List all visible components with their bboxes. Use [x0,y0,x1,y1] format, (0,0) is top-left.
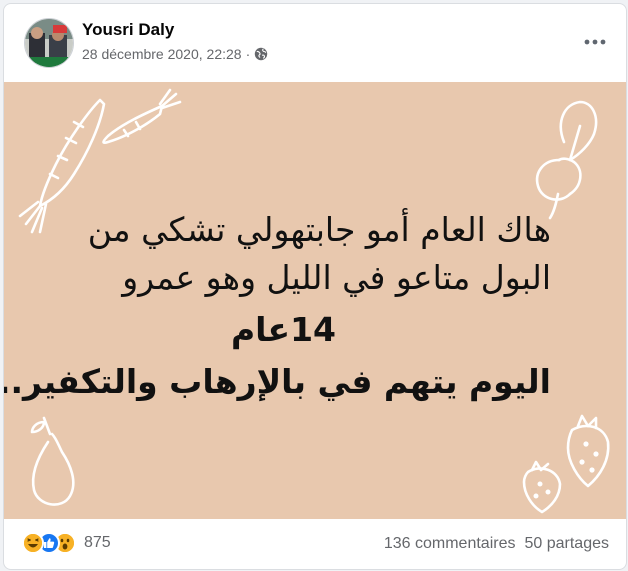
post-stats: 136 commentaires 50 partages [384,535,609,553]
post-text-line-2: البول متاعو في الليل وهو عمرو [122,258,551,297]
more-dots-icon [584,39,606,45]
post-image[interactable]: هاك العام أمو جابتهولي تشكي من البول متا… [4,82,626,519]
post-text-line-4: اليوم يتهم في بالإرهاب والتكفير... [3,362,551,401]
post-text-line-1: هاك العام أمو جابتهولي تشكي من [87,210,551,249]
post-text-line-3: 14عام [230,310,336,349]
shares-count[interactable]: 50 partages [524,535,609,553]
reactions-summary[interactable]: 875 [22,532,111,554]
avatar-image [25,19,73,67]
post-meta: 28 décembre 2020, 22:28 · [82,46,268,62]
post-timestamp[interactable]: 28 décembre 2020, 22:28 [82,46,242,62]
globe-icon[interactable] [254,47,268,61]
haha-icon [22,532,44,554]
post-header: Yousri Daly 28 décembre 2020, 22:28 · [4,4,626,82]
comments-count[interactable]: 136 commentaires [384,535,516,553]
post-card: Yousri Daly 28 décembre 2020, 22:28 · ها… [3,3,627,570]
author-name[interactable]: Yousri Daly [82,20,174,40]
meta-separator: · [245,46,251,62]
post-footer: 875 136 commentaires 50 partages [4,519,626,569]
reaction-count[interactable]: 875 [84,534,111,552]
more-options-button[interactable] [578,28,612,56]
post-text-block: هاك العام أمو جابتهولي تشكي من البول متا… [4,82,626,519]
author-avatar[interactable] [24,18,74,68]
